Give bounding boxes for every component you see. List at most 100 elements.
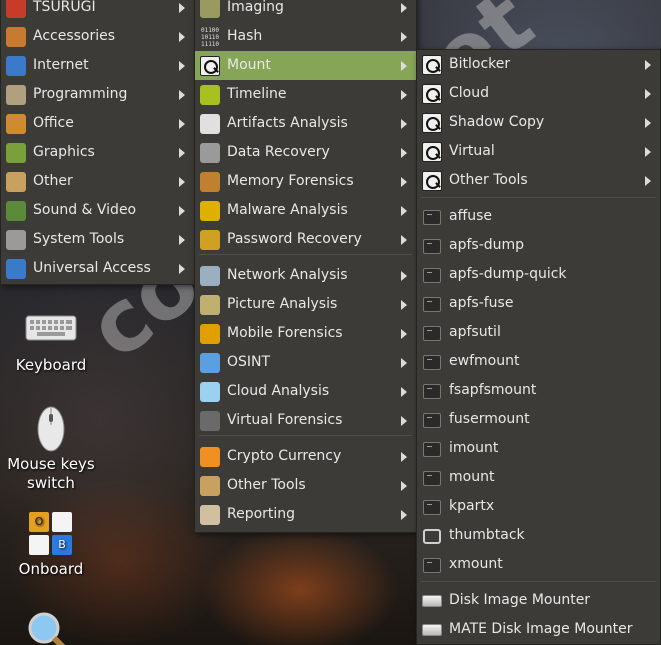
graphics-icon (5, 142, 27, 164)
menu-item-label: apfsutil (449, 324, 501, 340)
chevron-right-icon (179, 264, 185, 274)
menu-item-artifacts-analysis[interactable]: Artifacts Analysis (195, 109, 416, 138)
menu-item-universal-access[interactable]: Universal Access (1, 254, 194, 283)
menu-item-memory-forensics[interactable]: Memory Forensics (195, 167, 416, 196)
mount-icon (421, 112, 443, 134)
menu-item-apfs-fuse[interactable]: apfs-fuse (417, 289, 660, 318)
cloud-icon (199, 381, 221, 403)
accessories-icon (5, 26, 27, 48)
menu-item-fsapfsmount[interactable]: fsapfsmount (417, 376, 660, 405)
menu-item-programming[interactable]: Programming (1, 80, 194, 109)
menu-item-label: fsapfsmount (449, 382, 537, 398)
menu-item-mount[interactable]: mount (417, 463, 660, 492)
menu-item-cloud[interactable]: Cloud (417, 79, 660, 108)
terminal-icon (421, 264, 443, 286)
menu-item-apfs-dump-quick[interactable]: apfs-dump-quick (417, 260, 660, 289)
menu-item-graphics[interactable]: Graphics (1, 138, 194, 167)
menu-item-affuse[interactable]: affuse (417, 202, 660, 231)
disk-drive-icon (421, 590, 443, 612)
menu-item-data-recovery[interactable]: Data Recovery (195, 138, 416, 167)
monitor-icon (421, 525, 443, 547)
terminal-icon (421, 409, 443, 431)
menu-item-timeline[interactable]: Timeline (195, 80, 416, 109)
onboard-key-o: O (29, 512, 49, 532)
picture-icon (199, 294, 221, 316)
chevron-right-icon (179, 206, 185, 216)
menu-item-imount[interactable]: imount (417, 434, 660, 463)
terminal-icon (421, 438, 443, 460)
menu-item-crypto-currency[interactable]: Crypto Currency (195, 442, 416, 471)
menu-item-thumbtack[interactable]: thumbtack (417, 521, 660, 550)
menu-item-internet[interactable]: Internet (1, 51, 194, 80)
chevron-right-icon (179, 235, 185, 245)
menu-item-xmount[interactable]: xmount (417, 550, 660, 579)
menu-item-label: Virtual (449, 143, 495, 159)
menu-item-shadow-copy[interactable]: Shadow Copy (417, 108, 660, 137)
menu-item-other[interactable]: Other (1, 167, 194, 196)
menu-item-label: affuse (449, 208, 493, 224)
chevron-right-icon (401, 177, 407, 187)
programming-icon (5, 84, 27, 106)
chevron-right-icon (179, 61, 185, 71)
menu-item-label: kpartx (449, 498, 495, 514)
chevron-right-icon (401, 3, 407, 13)
menu-item-other-tools[interactable]: Other Tools (417, 166, 660, 195)
menu-item-disk-image-mounter[interactable]: Disk Image Mounter (417, 586, 660, 615)
chevron-right-icon (179, 177, 185, 187)
chevron-right-icon (645, 89, 651, 99)
desktop-icon-search[interactable] (26, 610, 70, 645)
menu-item-imaging[interactable]: Imaging (195, 0, 416, 22)
menu-item-mount[interactable]: Mount (195, 51, 416, 80)
terminal-icon (421, 467, 443, 489)
system-tools-icon (5, 229, 27, 251)
menu-item-hash[interactable]: 01100 10110 11110 Hash (195, 22, 416, 51)
menu-item-office[interactable]: Office (1, 109, 194, 138)
terminal-icon (421, 322, 443, 344)
terminal-icon (421, 380, 443, 402)
menu-item-label: Other Tools (227, 477, 306, 493)
mount-icon (421, 141, 443, 163)
menu-item-sound-video[interactable]: Sound & Video (1, 196, 194, 225)
menu-item-picture-analysis[interactable]: Picture Analysis (195, 290, 416, 319)
menu-item-virtual[interactable]: Virtual (417, 137, 660, 166)
menu-item-ewfmount[interactable]: ewfmount (417, 347, 660, 376)
menu-item-label: Other Tools (449, 172, 528, 188)
padlock-icon (199, 229, 221, 251)
menu-item-label: Reporting (227, 506, 296, 522)
menu-item-fusermount[interactable]: fusermount (417, 405, 660, 434)
menu-item-label: Virtual Forensics (227, 412, 343, 428)
chevron-right-icon (645, 147, 651, 157)
menu-item-reporting[interactable]: Reporting (195, 500, 416, 529)
menu-item-osint[interactable]: OSINT (195, 348, 416, 377)
terminal-icon (421, 293, 443, 315)
menu-separator (199, 435, 412, 436)
menu-item-label: System Tools (33, 231, 125, 247)
menu-item-kpartx[interactable]: kpartx (417, 492, 660, 521)
menu-item-system-tools[interactable]: System Tools (1, 225, 194, 254)
menu-item-accessories[interactable]: Accessories (1, 22, 194, 51)
menu-item-malware-analysis[interactable]: Malware Analysis (195, 196, 416, 225)
desktop-icon-label: Keyboard (15, 356, 87, 374)
menu-item-tsurugi[interactable]: TSURUGI (1, 0, 194, 22)
desktop-icon-keyboard[interactable]: Keyboard (0, 310, 102, 380)
menu-item-apfsutil[interactable]: apfsutil (417, 318, 660, 347)
menu-item-bitlocker[interactable]: Bitlocker (417, 50, 660, 79)
menu-item-label: Data Recovery (227, 144, 330, 160)
mount-icon (421, 170, 443, 192)
chevron-right-icon (401, 481, 407, 491)
menu-item-network-analysis[interactable]: Network Analysis (195, 261, 416, 290)
mount-submenu: Bitlocker Cloud Shadow Copy Virtual Other To… (416, 49, 661, 645)
menu-item-virtual-forensics[interactable]: Virtual Forensics (195, 406, 416, 435)
menu-item-mate-disk-image-mounter[interactable]: MATE Disk Image Mounter (417, 615, 660, 644)
menu-item-other-tools[interactable]: Other Tools (195, 471, 416, 500)
desktop-icon-mouse-keys[interactable]: Mouse keys switch (0, 405, 102, 495)
menu-item-cloud-analysis[interactable]: Cloud Analysis (195, 377, 416, 406)
menu-item-password-recovery[interactable]: Password Recovery (195, 225, 416, 254)
chevron-right-icon (645, 118, 651, 128)
chevron-right-icon (401, 329, 407, 339)
menu-item-apfs-dump[interactable]: apfs-dump (417, 231, 660, 260)
menu-item-mobile-forensics[interactable]: Mobile Forensics (195, 319, 416, 348)
chevron-right-icon (179, 119, 185, 129)
desktop-icon-onboard[interactable]: O B Onboard (0, 508, 102, 582)
menu-separator (199, 254, 412, 255)
